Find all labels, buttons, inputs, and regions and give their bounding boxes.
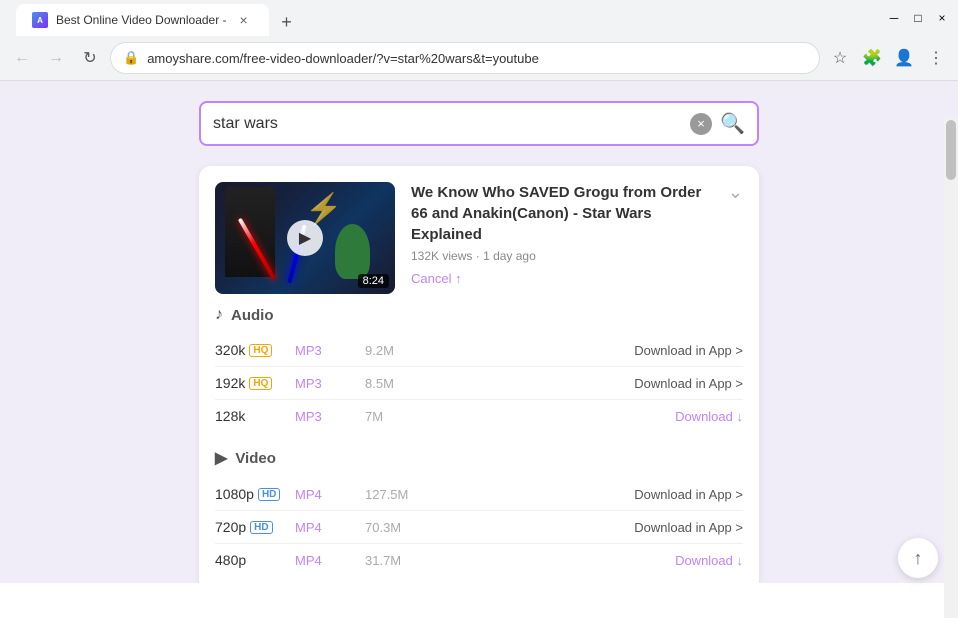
download-button-video[interactable]: Download ↓ bbox=[675, 553, 743, 568]
separator: · bbox=[476, 249, 483, 263]
search-button[interactable]: 🔍 bbox=[720, 111, 745, 136]
size-70m: 70.3M bbox=[365, 520, 455, 535]
search-input[interactable] bbox=[213, 115, 682, 133]
size-31m: 31.7M bbox=[365, 553, 455, 568]
format-mp3-128: MP3 bbox=[295, 409, 365, 424]
download-in-app-button-3[interactable]: Download in App > bbox=[634, 487, 743, 502]
scrollbar-thumb[interactable] bbox=[946, 120, 956, 180]
audio-section: ♪ Audio 320k HQ MP3 9.2M Download in App… bbox=[215, 306, 743, 432]
video-icon: ▶ bbox=[215, 448, 227, 468]
page-content: × 🔍 ⚡ ▶ 8:24 We Know Who SAVED Grogu fro… bbox=[0, 81, 958, 583]
back-to-top-button[interactable]: ↑ bbox=[898, 538, 938, 578]
audio-section-header: ♪ Audio bbox=[215, 306, 743, 324]
video-label: Video bbox=[235, 450, 276, 467]
profile-button[interactable]: 👤 bbox=[890, 44, 918, 72]
audio-row-320k: 320k HQ MP3 9.2M Download in App > bbox=[215, 334, 743, 367]
new-tab-button[interactable]: + bbox=[273, 8, 301, 36]
format-mp3: MP3 bbox=[295, 343, 365, 358]
video-row-720p: 720p HD MP4 70.3M Download in App > bbox=[215, 511, 743, 544]
video-details: We Know Who SAVED Grogu from Order 66 an… bbox=[411, 182, 743, 294]
window-controls: ─ □ × bbox=[886, 10, 950, 26]
video-title: We Know Who SAVED Grogu from Order 66 an… bbox=[411, 182, 720, 245]
quality-128k: 128k bbox=[215, 408, 295, 424]
tab-close-button[interactable]: × bbox=[235, 11, 253, 29]
video-title-row: We Know Who SAVED Grogu from Order 66 an… bbox=[411, 182, 743, 245]
download-button-audio[interactable]: Download ↓ bbox=[675, 409, 743, 424]
size-7m: 7M bbox=[365, 409, 455, 424]
download-in-app-button-1[interactable]: Download in App > bbox=[634, 343, 743, 358]
format-mp4-1080: MP4 bbox=[295, 487, 365, 502]
nav-actions: ☆ 🧩 👤 ⋮ bbox=[826, 44, 950, 72]
title-bar: A Best Online Video Downloader - × + ─ □… bbox=[0, 0, 958, 36]
quality-value: 192k bbox=[215, 375, 245, 391]
time-ago: 1 day ago bbox=[483, 249, 536, 263]
audio-row-128k: 128k MP3 7M Download ↓ bbox=[215, 400, 743, 432]
audio-label: Audio bbox=[231, 307, 274, 324]
browser-scrollbar bbox=[944, 116, 958, 618]
forward-button[interactable]: → bbox=[42, 44, 70, 72]
active-tab[interactable]: A Best Online Video Downloader - × bbox=[16, 4, 269, 36]
video-info: ⚡ ▶ 8:24 We Know Who SAVED Grogu from Or… bbox=[215, 182, 743, 294]
video-section: ▶ Video 1080p HD MP4 127.5M Download in … bbox=[215, 448, 743, 576]
video-thumbnail: ⚡ ▶ 8:24 bbox=[215, 182, 395, 294]
browser-chrome: A Best Online Video Downloader - × + ─ □… bbox=[0, 0, 958, 81]
quality-value: 720p bbox=[215, 519, 246, 535]
search-clear-button[interactable]: × bbox=[690, 113, 712, 135]
video-meta: 132K views · 1 day ago bbox=[411, 249, 743, 263]
tab-bar: A Best Online Video Downloader - × + bbox=[8, 0, 886, 36]
format-mp3-192: MP3 bbox=[295, 376, 365, 391]
expand-button[interactable]: ⌄ bbox=[728, 182, 743, 203]
size-9m2: 9.2M bbox=[365, 343, 455, 358]
duration-badge: 8:24 bbox=[358, 274, 389, 288]
audio-icon: ♪ bbox=[215, 306, 223, 324]
quality-1080p: 1080p HD bbox=[215, 486, 295, 502]
refresh-button[interactable]: ↻ bbox=[76, 44, 104, 72]
quality-720p: 720p HD bbox=[215, 519, 295, 535]
cancel-button[interactable]: Cancel ↑ bbox=[411, 271, 743, 286]
quality-value: 1080p bbox=[215, 486, 254, 502]
quality-480p: 480p bbox=[215, 552, 295, 568]
quality-value: 128k bbox=[215, 408, 245, 424]
quality-value: 480p bbox=[215, 552, 246, 568]
play-button[interactable]: ▶ bbox=[287, 220, 323, 256]
search-container: × 🔍 bbox=[199, 101, 759, 146]
format-mp4-720: MP4 bbox=[295, 520, 365, 535]
video-row-480p: 480p MP4 31.7M Download ↓ bbox=[215, 544, 743, 576]
hq-badge: HQ bbox=[249, 377, 272, 390]
extensions-button[interactable]: 🧩 bbox=[858, 44, 886, 72]
maximize-button[interactable]: □ bbox=[910, 10, 926, 26]
search-box: × 🔍 bbox=[199, 101, 759, 146]
address-bar[interactable]: 🔒 amoyshare.com/free-video-downloader/?v… bbox=[110, 42, 820, 74]
hq-badge: HQ bbox=[249, 344, 272, 357]
quality-value: 320k bbox=[215, 342, 245, 358]
hd-badge: HD bbox=[250, 521, 272, 534]
video-row-1080p: 1080p HD MP4 127.5M Download in App > bbox=[215, 478, 743, 511]
result-card: ⚡ ▶ 8:24 We Know Who SAVED Grogu from Or… bbox=[199, 166, 759, 583]
hd-badge: HD bbox=[258, 488, 280, 501]
download-in-app-button-2[interactable]: Download in App > bbox=[634, 376, 743, 391]
lock-icon: 🔒 bbox=[123, 50, 139, 66]
back-button[interactable]: ← bbox=[8, 44, 36, 72]
size-8m5: 8.5M bbox=[365, 376, 455, 391]
nav-bar: ← → ↻ 🔒 amoyshare.com/free-video-downloa… bbox=[0, 36, 958, 80]
quality-320k: 320k HQ bbox=[215, 342, 295, 358]
minimize-button[interactable]: ─ bbox=[886, 10, 902, 26]
back-to-top-icon: ↑ bbox=[914, 548, 923, 569]
quality-192k: 192k HQ bbox=[215, 375, 295, 391]
format-mp4-480: MP4 bbox=[295, 553, 365, 568]
audio-row-192k: 192k HQ MP3 8.5M Download in App > bbox=[215, 367, 743, 400]
bookmark-button[interactable]: ☆ bbox=[826, 44, 854, 72]
menu-button[interactable]: ⋮ bbox=[922, 44, 950, 72]
tab-title: Best Online Video Downloader - bbox=[56, 13, 227, 27]
download-in-app-button-4[interactable]: Download in App > bbox=[634, 520, 743, 535]
url-text: amoyshare.com/free-video-downloader/?v=s… bbox=[147, 51, 807, 66]
size-127m: 127.5M bbox=[365, 487, 455, 502]
tab-favicon: A bbox=[32, 12, 48, 28]
close-button[interactable]: × bbox=[934, 10, 950, 26]
video-section-header: ▶ Video bbox=[215, 448, 743, 468]
views-count: 132K views bbox=[411, 249, 472, 263]
